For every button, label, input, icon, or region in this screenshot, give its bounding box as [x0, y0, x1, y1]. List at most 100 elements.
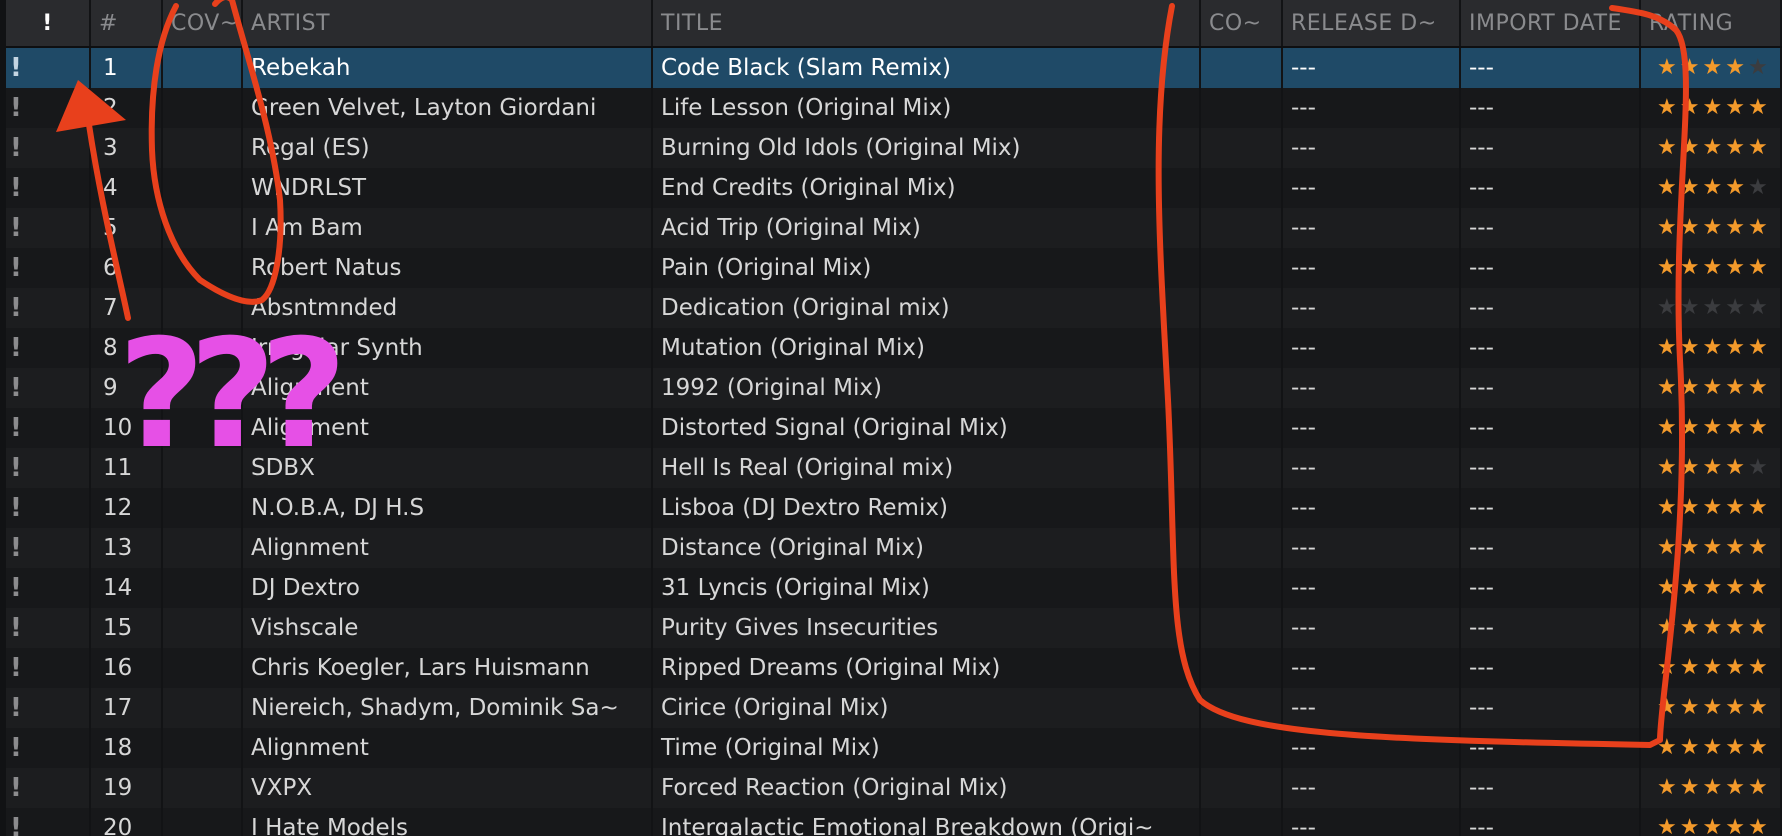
- column-header-flag[interactable]: !: [6, 0, 91, 46]
- star-icon[interactable]: ★: [1680, 775, 1703, 800]
- star-icon[interactable]: ★: [1657, 815, 1680, 836]
- star-icon[interactable]: ★: [1680, 615, 1703, 640]
- star-icon[interactable]: ★: [1657, 415, 1680, 440]
- star-icon[interactable]: ★: [1725, 255, 1748, 280]
- rating-cell[interactable]: ★★★★★: [1641, 128, 1782, 168]
- rating-cell[interactable]: ★★★★★: [1641, 648, 1782, 688]
- star-icon[interactable]: ★: [1657, 575, 1680, 600]
- table-row[interactable]: ! 12 N.O.B.A, DJ H.S Lisboa (DJ Dextro Remi…: [6, 488, 1782, 528]
- star-icon[interactable]: ★: [1680, 375, 1703, 400]
- star-icon[interactable]: ★: [1702, 575, 1725, 600]
- star-icon[interactable]: ★: [1725, 815, 1748, 836]
- column-header-import-date[interactable]: IMPORT DATE: [1461, 0, 1641, 46]
- star-icon[interactable]: ★: [1702, 495, 1725, 520]
- star-icon[interactable]: ★: [1748, 55, 1771, 80]
- rating-cell[interactable]: ★★★★★: [1641, 208, 1782, 248]
- rating-cell[interactable]: ★★★★★: [1641, 48, 1782, 88]
- star-icon[interactable]: ★: [1680, 255, 1703, 280]
- table-row[interactable]: ! 10 Alignment Distorted Signal (Original M…: [6, 408, 1782, 448]
- rating-cell[interactable]: ★★★★★: [1641, 88, 1782, 128]
- star-icon[interactable]: ★: [1702, 95, 1725, 120]
- column-header-rating[interactable]: RATING: [1641, 0, 1782, 46]
- star-icon[interactable]: ★: [1657, 215, 1680, 240]
- star-icon[interactable]: ★: [1702, 615, 1725, 640]
- star-icon[interactable]: ★: [1748, 775, 1771, 800]
- star-icon[interactable]: ★: [1702, 375, 1725, 400]
- table-row[interactable]: ! 3 Regal (ES) Burning Old Idols (Original …: [6, 128, 1782, 168]
- column-header-cover[interactable]: COV~: [163, 0, 243, 46]
- star-icon[interactable]: ★: [1680, 415, 1703, 440]
- star-icon[interactable]: ★: [1680, 55, 1703, 80]
- star-icon[interactable]: ★: [1702, 815, 1725, 836]
- star-icon[interactable]: ★: [1702, 695, 1725, 720]
- rating-cell[interactable]: ★★★★★: [1641, 488, 1782, 528]
- table-row[interactable]: ! 18 Alignment Time (Original Mix) --- --- ★★★…: [6, 728, 1782, 768]
- star-icon[interactable]: ★: [1680, 95, 1703, 120]
- star-icon[interactable]: ★: [1725, 775, 1748, 800]
- rating-cell[interactable]: ★★★★★: [1641, 688, 1782, 728]
- star-icon[interactable]: ★: [1657, 135, 1680, 160]
- table-row[interactable]: ! 14 DJ Dextro 31 Lyncis (Original Mix) --- -…: [6, 568, 1782, 608]
- rating-cell[interactable]: ★★★★★: [1641, 448, 1782, 488]
- star-icon[interactable]: ★: [1725, 295, 1748, 320]
- star-icon[interactable]: ★: [1748, 295, 1771, 320]
- rating-cell[interactable]: ★★★★★: [1641, 408, 1782, 448]
- star-icon[interactable]: ★: [1725, 615, 1748, 640]
- star-icon[interactable]: ★: [1657, 695, 1680, 720]
- column-header-number[interactable]: #: [91, 0, 163, 46]
- table-row[interactable]: ! 6 Robert Natus Pain (Original Mix) --- --- ★…: [6, 248, 1782, 288]
- star-icon[interactable]: ★: [1702, 535, 1725, 560]
- table-row[interactable]: ! 19 VXPX Forced Reaction (Original Mix) ---…: [6, 768, 1782, 808]
- star-icon[interactable]: ★: [1748, 215, 1771, 240]
- rating-cell[interactable]: ★★★★★: [1641, 168, 1782, 208]
- column-header-release-date[interactable]: RELEASE D~: [1283, 0, 1461, 46]
- star-icon[interactable]: ★: [1680, 295, 1703, 320]
- star-icon[interactable]: ★: [1725, 335, 1748, 360]
- star-icon[interactable]: ★: [1702, 55, 1725, 80]
- column-header-title[interactable]: TITLE: [653, 0, 1201, 46]
- table-row[interactable]: ! 15 Vishscale Purity Gives Insecurities ---…: [6, 608, 1782, 648]
- star-icon[interactable]: ★: [1657, 375, 1680, 400]
- star-icon[interactable]: ★: [1680, 695, 1703, 720]
- star-icon[interactable]: ★: [1725, 95, 1748, 120]
- star-icon[interactable]: ★: [1657, 95, 1680, 120]
- star-icon[interactable]: ★: [1725, 375, 1748, 400]
- star-icon[interactable]: ★: [1680, 335, 1703, 360]
- star-icon[interactable]: ★: [1725, 575, 1748, 600]
- star-icon[interactable]: ★: [1702, 455, 1725, 480]
- star-icon[interactable]: ★: [1748, 375, 1771, 400]
- star-icon[interactable]: ★: [1657, 55, 1680, 80]
- star-icon[interactable]: ★: [1680, 135, 1703, 160]
- star-icon[interactable]: ★: [1748, 175, 1771, 200]
- star-icon[interactable]: ★: [1702, 735, 1725, 760]
- table-row[interactable]: ! 17 Niereich, Shadym, Dominik Sa~ Cirice (…: [6, 688, 1782, 728]
- star-icon[interactable]: ★: [1748, 735, 1771, 760]
- star-icon[interactable]: ★: [1657, 775, 1680, 800]
- star-icon[interactable]: ★: [1657, 535, 1680, 560]
- star-icon[interactable]: ★: [1725, 655, 1748, 680]
- rating-cell[interactable]: ★★★★★: [1641, 768, 1782, 808]
- rating-cell[interactable]: ★★★★★: [1641, 568, 1782, 608]
- rating-cell[interactable]: ★★★★★: [1641, 368, 1782, 408]
- star-icon[interactable]: ★: [1725, 535, 1748, 560]
- star-icon[interactable]: ★: [1680, 175, 1703, 200]
- table-row[interactable]: ! 1 Rebekah Code Black (Slam Remix) --- --- ★★…: [6, 48, 1782, 88]
- rating-cell[interactable]: ★★★★★: [1641, 808, 1782, 836]
- column-header-artist[interactable]: ARTIST: [243, 0, 653, 46]
- star-icon[interactable]: ★: [1748, 655, 1771, 680]
- star-icon[interactable]: ★: [1680, 535, 1703, 560]
- star-icon[interactable]: ★: [1725, 55, 1748, 80]
- table-row[interactable]: ! 5 I Am Bam Acid Trip (Original Mix) --- ---…: [6, 208, 1782, 248]
- star-icon[interactable]: ★: [1725, 495, 1748, 520]
- star-icon[interactable]: ★: [1680, 495, 1703, 520]
- rating-cell[interactable]: ★★★★★: [1641, 608, 1782, 648]
- star-icon[interactable]: ★: [1748, 135, 1771, 160]
- star-icon[interactable]: ★: [1702, 255, 1725, 280]
- star-icon[interactable]: ★: [1725, 175, 1748, 200]
- column-header-comment[interactable]: CO~: [1201, 0, 1283, 46]
- star-icon[interactable]: ★: [1748, 575, 1771, 600]
- star-icon[interactable]: ★: [1748, 695, 1771, 720]
- rating-cell[interactable]: ★★★★★: [1641, 288, 1782, 328]
- table-row[interactable]: ! 20 I Hate Models Intergalactic Emotional …: [6, 808, 1782, 836]
- star-icon[interactable]: ★: [1748, 615, 1771, 640]
